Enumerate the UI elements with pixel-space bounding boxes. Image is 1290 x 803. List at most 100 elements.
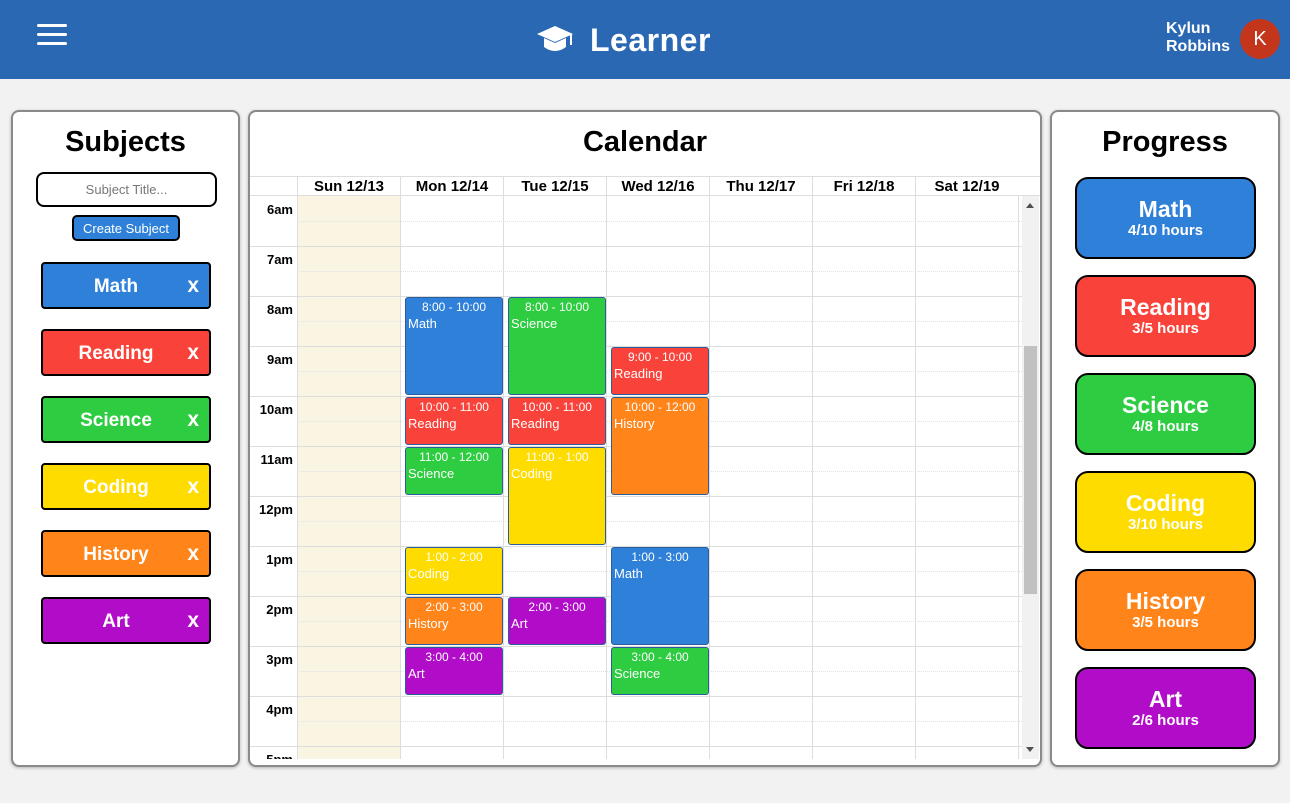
time-label: 5pm bbox=[250, 752, 293, 759]
time-label: 4pm bbox=[266, 702, 293, 717]
calendar-event-science[interactable]: 3:00 - 4:00 Science bbox=[611, 647, 709, 695]
event-time: 2:00 - 3:00 bbox=[425, 600, 483, 614]
remove-subject-button[interactable]: x bbox=[187, 408, 199, 432]
event-subject: Coding bbox=[408, 566, 450, 581]
progress-hours: 2/6 hours bbox=[1132, 712, 1199, 729]
hamburger-menu-icon[interactable] bbox=[37, 24, 67, 46]
scroll-thumb[interactable] bbox=[1024, 346, 1037, 594]
half-hour-line bbox=[297, 521, 1022, 522]
event-subject: Art bbox=[408, 666, 425, 681]
progress-subject-name: Science bbox=[1122, 392, 1209, 418]
event-subject: Math bbox=[614, 566, 643, 581]
day-header: Mon 12/14 bbox=[400, 177, 503, 196]
subject-item-label: Coding bbox=[83, 477, 149, 498]
top-bar: Learner Kylun Robbins K bbox=[0, 0, 1290, 79]
event-time: 11:00 - 1:00 bbox=[525, 450, 589, 464]
hour-line bbox=[250, 296, 1022, 297]
half-hour-line bbox=[297, 221, 1022, 222]
subject-item-math[interactable]: Math x bbox=[41, 262, 211, 309]
subject-title-input[interactable] bbox=[36, 172, 217, 207]
time-label: 1pm bbox=[266, 552, 293, 567]
progress-card-art[interactable]: Art 2/6 hours bbox=[1075, 667, 1256, 749]
progress-hours: 3/5 hours bbox=[1132, 320, 1199, 337]
progress-subject-name: History bbox=[1125, 588, 1206, 614]
calendar-event-math[interactable]: 1:00 - 3:00 Math bbox=[611, 547, 709, 645]
event-subject: Reading bbox=[614, 366, 663, 381]
hour-line bbox=[250, 496, 1022, 497]
time-label: 7am bbox=[266, 252, 293, 267]
event-time: 1:00 - 2:00 bbox=[425, 550, 483, 564]
calendar-event-reading[interactable]: 10:00 - 11:00 Reading bbox=[405, 397, 503, 445]
event-time: 1:00 - 3:00 bbox=[631, 550, 689, 564]
calendar-event-history[interactable]: 2:00 - 3:00 History bbox=[405, 597, 503, 645]
column-divider bbox=[709, 196, 710, 759]
remove-subject-button[interactable]: x bbox=[187, 475, 199, 499]
subject-item-label: Math bbox=[93, 276, 139, 297]
column-divider bbox=[606, 196, 607, 759]
column-divider bbox=[915, 196, 916, 759]
remove-subject-button[interactable]: x bbox=[187, 341, 199, 365]
scroll-down-arrow-icon[interactable] bbox=[1026, 747, 1034, 752]
subject-item-history[interactable]: History x bbox=[41, 530, 211, 577]
column-divider bbox=[812, 196, 813, 759]
subject-item-coding[interactable]: Coding x bbox=[41, 463, 211, 510]
calendar-event-science[interactable]: 11:00 - 12:00 Science bbox=[405, 447, 503, 495]
calendar-event-reading[interactable]: 10:00 - 11:00 Reading bbox=[508, 397, 606, 445]
progress-hours: 3/10 hours bbox=[1127, 516, 1204, 533]
calendar-event-reading[interactable]: 9:00 - 10:00 Reading bbox=[611, 347, 709, 395]
subject-item-science[interactable]: Science x bbox=[41, 396, 211, 443]
remove-subject-button[interactable]: x bbox=[187, 274, 199, 298]
hour-line bbox=[250, 746, 1022, 747]
progress-card-coding[interactable]: Coding 3/10 hours bbox=[1075, 471, 1256, 553]
calendar-event-history[interactable]: 10:00 - 12:00 History bbox=[611, 397, 709, 495]
hour-line bbox=[250, 246, 1022, 247]
progress-card-math[interactable]: Math 4/10 hours bbox=[1075, 177, 1256, 259]
calendar-event-coding[interactable]: 11:00 - 1:00 Coding bbox=[508, 447, 606, 545]
calendar-event-art[interactable]: 2:00 - 3:00 Art bbox=[508, 597, 606, 645]
calendar-event-art[interactable]: 3:00 - 4:00 Art bbox=[405, 647, 503, 695]
event-time: 10:00 - 12:00 bbox=[624, 400, 696, 414]
calendar-event-science[interactable]: 8:00 - 10:00 Science bbox=[508, 297, 606, 395]
calendar-scrollbar[interactable] bbox=[1022, 196, 1039, 759]
day-header: Fri 12/18 bbox=[812, 177, 915, 196]
time-label: 11am bbox=[260, 452, 293, 467]
avatar[interactable]: K bbox=[1240, 19, 1280, 59]
event-subject: Reading bbox=[511, 416, 560, 431]
column-divider bbox=[400, 196, 401, 759]
column-divider bbox=[297, 196, 298, 759]
subject-item-reading[interactable]: Reading x bbox=[41, 329, 211, 376]
event-subject: Coding bbox=[511, 466, 553, 481]
event-time: 11:00 - 12:00 bbox=[419, 450, 489, 464]
calendar-panel: Calendar Sun 12/13 Mon 12/14 Tue 12/15 Wed … bbox=[248, 110, 1042, 767]
calendar-event-math[interactable]: 8:00 - 10:00 Math bbox=[405, 297, 503, 395]
app-title: Learner bbox=[590, 21, 711, 58]
progress-card-science[interactable]: Science 4/8 hours bbox=[1075, 373, 1256, 455]
progress-card-reading[interactable]: Reading 3/5 hours bbox=[1075, 275, 1256, 357]
subjects-title: Subjects bbox=[65, 126, 186, 158]
event-time: 8:00 - 10:00 bbox=[421, 300, 487, 314]
subjects-panel: Subjects Create Subject MathxReadingxSci… bbox=[11, 110, 240, 767]
day-header: Thu 12/17 bbox=[709, 177, 812, 196]
subject-item-label: Reading bbox=[78, 343, 154, 364]
event-subject: History bbox=[614, 416, 655, 431]
scroll-up-arrow-icon[interactable] bbox=[1026, 203, 1034, 208]
time-label: 12pm bbox=[259, 502, 293, 517]
progress-panel: Progress Math 4/10 hours Reading 3/5 hours S… bbox=[1050, 110, 1280, 767]
time-label: 8am bbox=[266, 302, 293, 317]
calendar-grid[interactable]: 6am 7am 8am 9am 10am 11am 12pm 1pm 2pm 3pm 4pm 5pm 8… bbox=[250, 196, 1022, 759]
remove-subject-button[interactable]: x bbox=[187, 609, 199, 633]
event-time: 8:00 - 10:00 bbox=[524, 300, 590, 314]
subject-item-art[interactable]: Art x bbox=[41, 597, 211, 644]
user-name: Kylun Robbins bbox=[1166, 20, 1230, 55]
event-subject: Reading bbox=[408, 416, 457, 431]
calendar-event-coding[interactable]: 1:00 - 2:00 Coding bbox=[405, 547, 503, 595]
time-label: 6am bbox=[266, 202, 293, 217]
progress-card-history[interactable]: History 3/5 hours bbox=[1075, 569, 1256, 651]
column-divider bbox=[503, 196, 504, 759]
time-label: 10am bbox=[259, 402, 293, 417]
event-subject: Art bbox=[511, 616, 528, 631]
progress-hours: 4/10 hours bbox=[1127, 222, 1204, 239]
create-subject-button[interactable]: Create Subject bbox=[72, 215, 180, 241]
event-subject: Math bbox=[408, 316, 437, 331]
remove-subject-button[interactable]: x bbox=[187, 542, 199, 566]
